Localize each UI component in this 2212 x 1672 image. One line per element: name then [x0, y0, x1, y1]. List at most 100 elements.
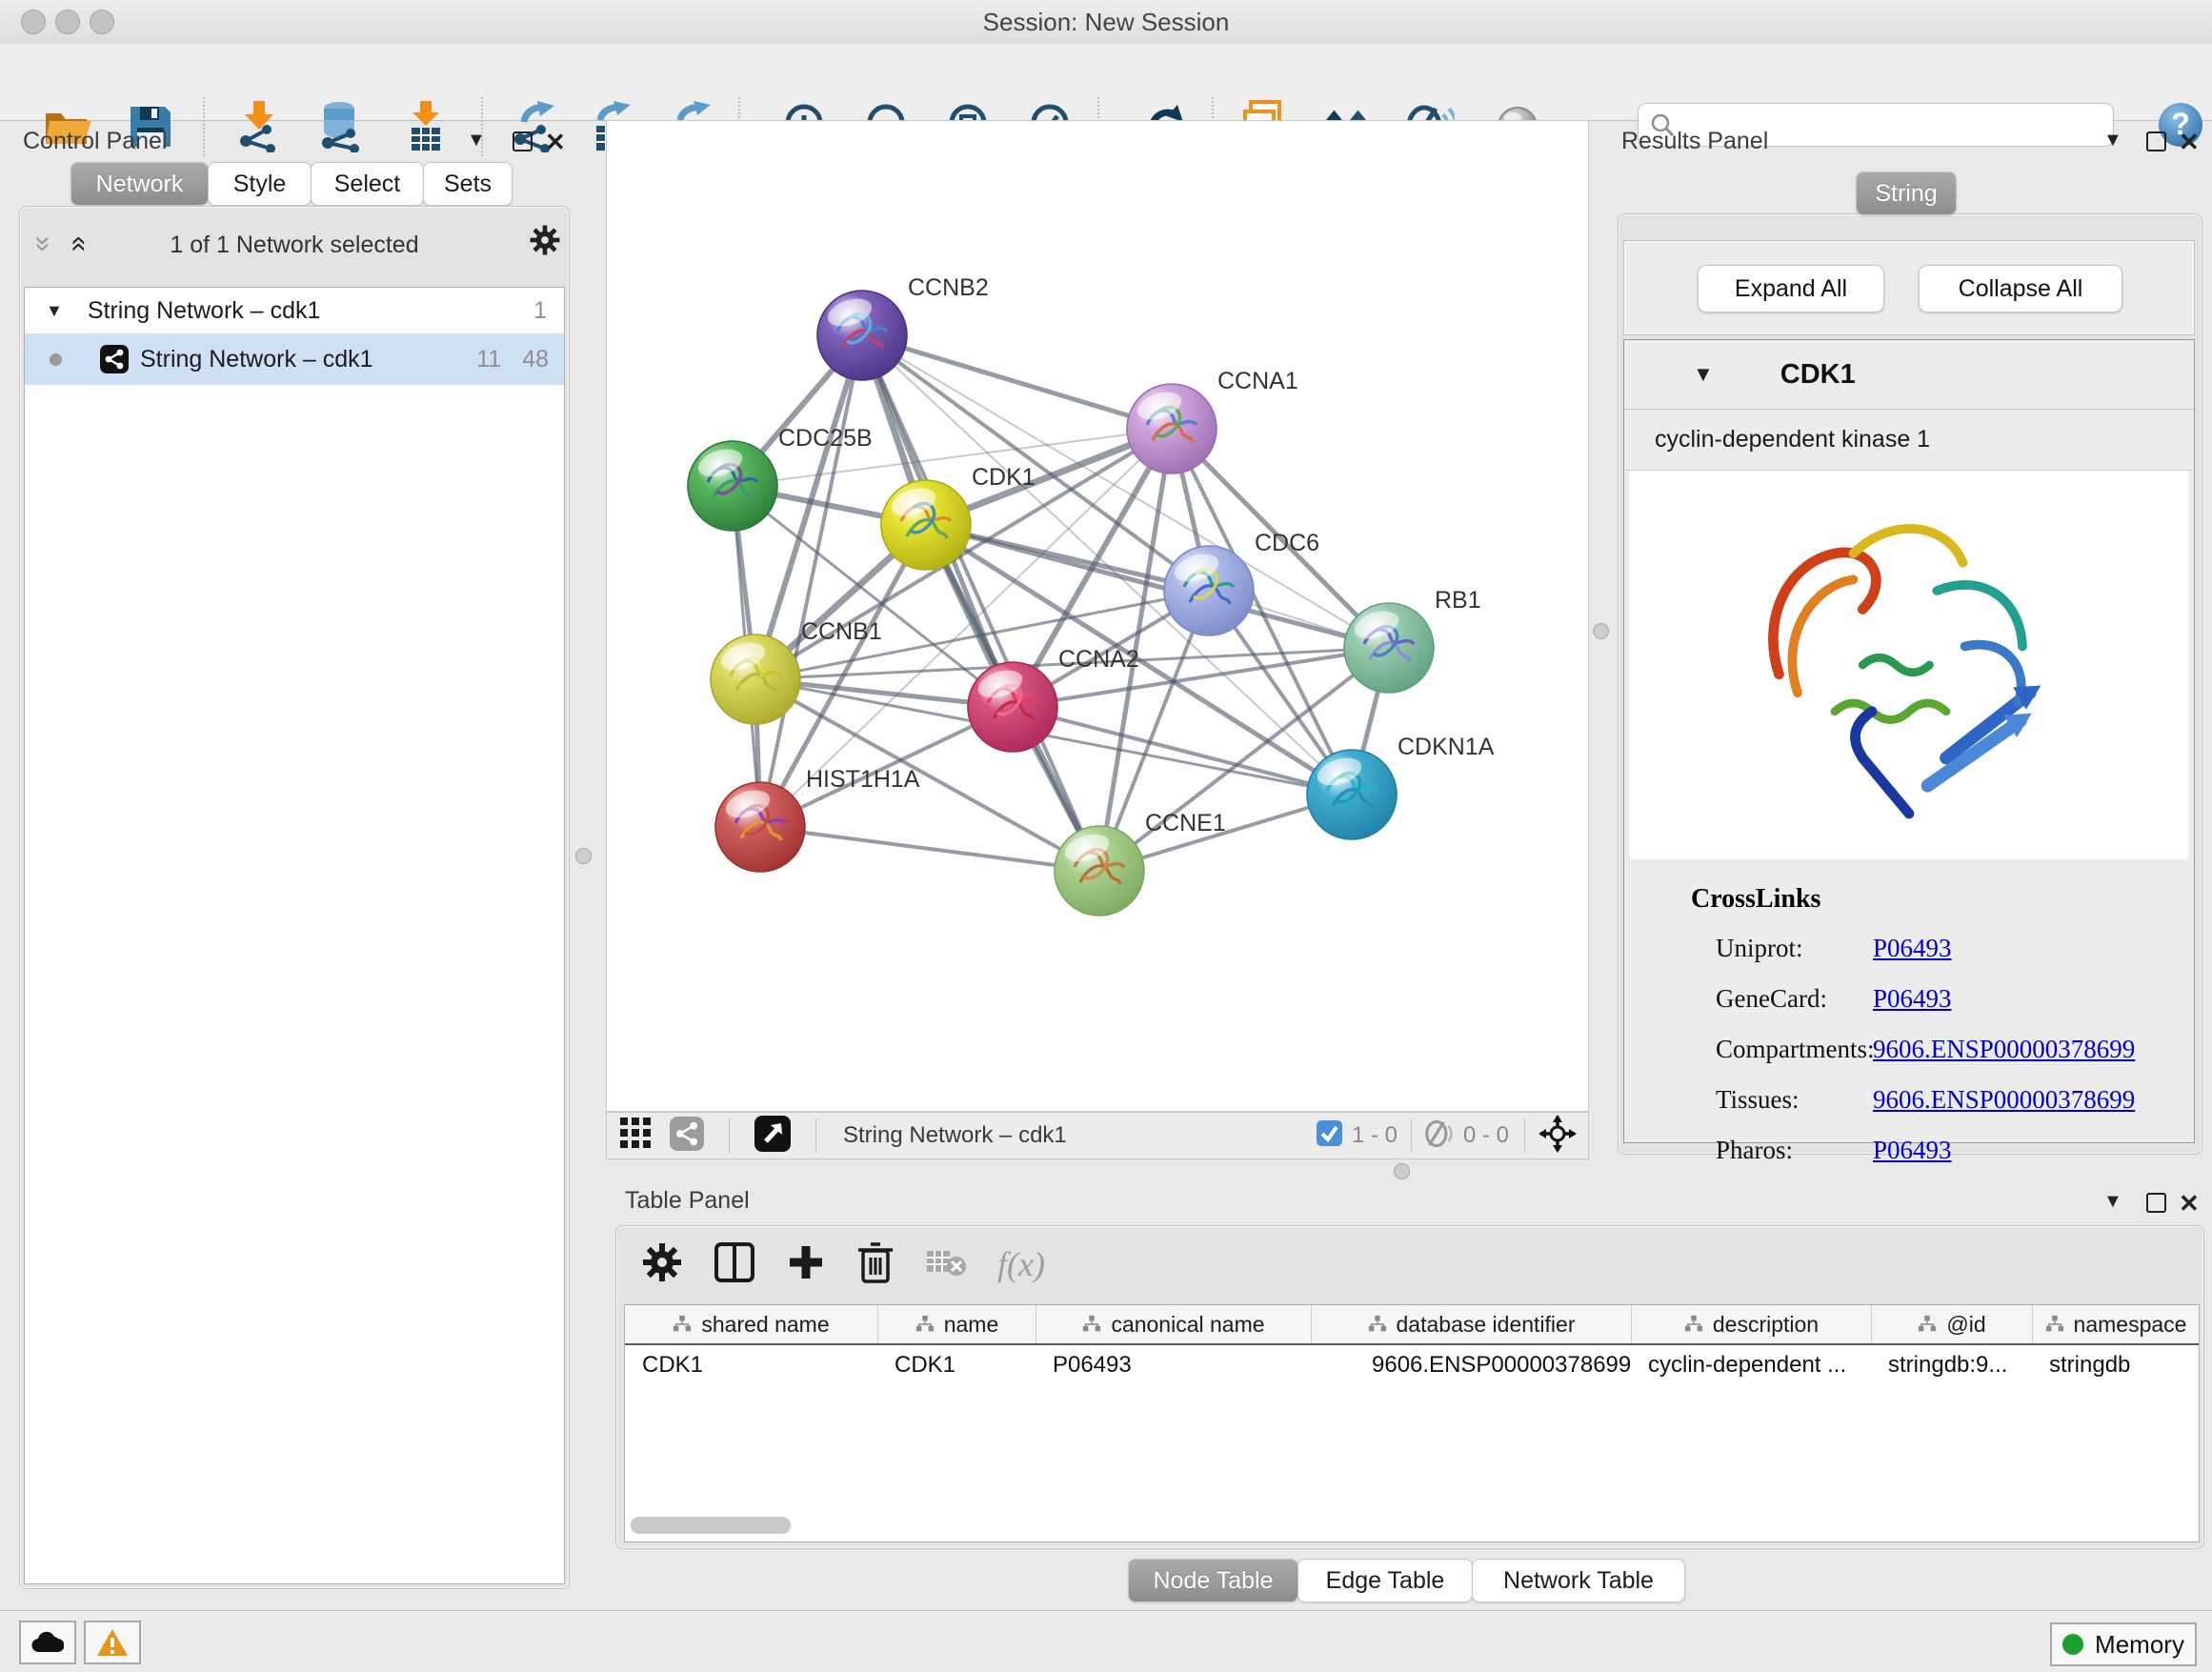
crosslink-link[interactable]: P06493: [1873, 984, 1952, 1014]
memory-status-dot: [2062, 1634, 2083, 1655]
results-panel-float-button[interactable]: [2146, 131, 2166, 151]
table-cell[interactable]: stringdb: [2032, 1345, 2199, 1379]
table-cell[interactable]: 9606.ENSP00000378699: [1311, 1345, 1631, 1379]
right-splitter-handle[interactable]: [1593, 623, 1609, 639]
protein-structure-panel: [1630, 471, 2188, 859]
network-node-CCNB1[interactable]: CCNB1: [711, 618, 882, 724]
crosslink-row: Pharos:P06493: [1716, 1136, 2194, 1165]
tab-network-table[interactable]: Network Table: [1472, 1559, 1685, 1602]
crosslinks-heading: CrossLinks: [1691, 884, 2194, 915]
delete-table-button-disabled[interactable]: [925, 1245, 967, 1284]
warnings-button[interactable]: [84, 1621, 141, 1664]
window-minimize-button[interactable]: [55, 10, 80, 34]
protein-collapse-icon[interactable]: ▼: [1693, 362, 1714, 387]
table-cell[interactable]: CDK1: [877, 1345, 1036, 1379]
crosslink-link[interactable]: 9606.ENSP00000378699: [1873, 1035, 2135, 1064]
expand-all-button[interactable]: Expand All: [1698, 265, 1884, 312]
horizontal-splitter-handle[interactable]: [1394, 1163, 1410, 1179]
network-node-CDK1[interactable]: CDK1: [881, 464, 1036, 570]
memory-button[interactable]: Memory: [2050, 1622, 2197, 1666]
results-panel-title: Results Panel: [1621, 128, 1768, 155]
tab-sets[interactable]: Sets: [423, 162, 513, 206]
table-panel-float-button[interactable]: [2146, 1193, 2166, 1213]
add-column-button[interactable]: [786, 1242, 826, 1287]
table-settings-button[interactable]: [641, 1241, 683, 1288]
left-splitter-handle[interactable]: [575, 848, 592, 864]
network-tree-row-selected[interactable]: String Network – cdk1 11 48: [25, 333, 564, 385]
tab-edge-table[interactable]: Edge Table: [1297, 1559, 1473, 1602]
control-panel-float-button[interactable]: [513, 131, 533, 151]
table-cell[interactable]: cyclin-dependent ...: [1631, 1345, 1871, 1379]
selected-checkbox[interactable]: [1317, 1120, 1342, 1151]
protein-structure-image: [1723, 479, 2095, 851]
network-overview-button[interactable]: [670, 1117, 704, 1156]
show-grid-button[interactable]: [620, 1118, 653, 1155]
crosslink-link[interactable]: 9606.ENSP00000378699: [1873, 1085, 2135, 1115]
tree-collapse-icon[interactable]: ▼: [46, 301, 63, 321]
results-panel-close-button[interactable]: ✕: [2179, 130, 2200, 154]
horizontal-scrollbar-thumb[interactable]: [631, 1517, 791, 1534]
table-panel-close-button[interactable]: ✕: [2179, 1191, 2200, 1216]
window-close-button[interactable]: [21, 10, 46, 34]
cloud-icon: [31, 1631, 64, 1654]
results-panel-menu-button[interactable]: ▼: [2103, 130, 2122, 151]
collapse-all-button[interactable]: Collapse All: [1919, 265, 2122, 312]
crosshair-icon: [1538, 1115, 1577, 1153]
network-canvas[interactable]: CCNB2CCNA1CDC25BCDK1CDC6RB1CCNB1CCNA2CDK…: [606, 120, 1589, 1112]
column-header-description[interactable]: description: [1631, 1305, 1871, 1343]
fit-content-button[interactable]: [1538, 1115, 1577, 1158]
column-header--id[interactable]: @id: [1871, 1305, 2032, 1343]
network-view-toolbar: String Network – cdk1 1 - 0 0 - 0: [606, 1112, 1589, 1159]
status-bar: Memory: [0, 1610, 2212, 1672]
tab-network[interactable]: Network: [70, 162, 209, 206]
table-cell[interactable]: P06493: [1036, 1345, 1311, 1379]
control-panel-menu-button[interactable]: ▼: [467, 130, 486, 151]
tab-select[interactable]: Select: [311, 162, 424, 206]
column-header-canonical-name[interactable]: canonical name: [1036, 1305, 1311, 1343]
network-collection-label: String Network – cdk1: [88, 297, 321, 325]
network-node-RB1[interactable]: RB1: [1344, 587, 1481, 693]
tab-style[interactable]: Style: [208, 162, 312, 206]
control-tabs: NetworkStyleSelectSets: [70, 162, 512, 206]
columns-icon: [714, 1241, 755, 1283]
network-tree-root-row[interactable]: ▼ String Network – cdk1 1: [25, 288, 564, 333]
network-node-CDC6[interactable]: CDC6: [1164, 530, 1319, 635]
network-node-label: CDC25B: [778, 425, 873, 452]
column-header-name[interactable]: name: [877, 1305, 1036, 1343]
function-builder-button[interactable]: f(x): [997, 1244, 1045, 1284]
tab-node-table[interactable]: Node Table: [1128, 1559, 1298, 1602]
crosslink-row: Compartments:9606.ENSP00000378699: [1716, 1035, 2194, 1064]
tab-string[interactable]: String: [1856, 171, 1957, 215]
show-columns-button[interactable]: [714, 1241, 755, 1288]
cloud-status-button[interactable]: [19, 1621, 76, 1664]
network-node-CDC25B[interactable]: CDC25B: [688, 425, 873, 531]
table-header-row: shared namenamecanonical namedatabase id…: [625, 1305, 2199, 1345]
network-node-label: CCNE1: [1145, 810, 1226, 836]
network-node-CCNA1[interactable]: CCNA1: [1127, 368, 1298, 473]
network-node-HIST1H1A[interactable]: HIST1H1A: [715, 766, 920, 872]
protein-card-header[interactable]: ▼ CDK1: [1624, 340, 2194, 410]
table-cell[interactable]: stringdb:9...: [1871, 1345, 2032, 1379]
column-header-shared-name[interactable]: shared name: [625, 1305, 877, 1343]
column-header-namespace[interactable]: namespace: [2032, 1305, 2199, 1343]
protein-description: cyclin-dependent kinase 1: [1655, 426, 1930, 453]
table-panel-menu-button[interactable]: ▼: [2103, 1191, 2122, 1213]
control-panel-close-button[interactable]: ✕: [545, 130, 566, 154]
window-zoom-button[interactable]: [90, 10, 114, 34]
network-list-gear-button[interactable]: [529, 224, 561, 261]
network-graph[interactable]: CCNB2CCNA1CDC25BCDK1CDC6RB1CCNB1CCNA2CDK…: [607, 121, 1588, 1111]
column-header-database-identifier[interactable]: database identifier: [1311, 1305, 1631, 1343]
network-name-label: String Network – cdk1: [140, 346, 373, 373]
crosslink-link[interactable]: P06493: [1873, 934, 1952, 963]
table-cell[interactable]: CDK1: [625, 1345, 877, 1379]
network-view-title: String Network – cdk1: [843, 1122, 1067, 1149]
crosslink-link[interactable]: P06493: [1873, 1136, 1952, 1165]
birds-eye-view-button[interactable]: [754, 1116, 791, 1157]
crosslink-label: Uniprot:: [1716, 934, 1873, 963]
table-data-row[interactable]: CDK1CDK1P064939606.ENSP00000378699cyclin…: [625, 1345, 2199, 1379]
window-title: Session: New Session: [0, 0, 2212, 44]
selected-node-edge-counts: 1 - 0: [1352, 1122, 1398, 1149]
network-node-CDKN1A[interactable]: CDKN1A: [1307, 734, 1495, 839]
separator: [1524, 1118, 1525, 1153]
delete-column-button[interactable]: [856, 1241, 895, 1288]
